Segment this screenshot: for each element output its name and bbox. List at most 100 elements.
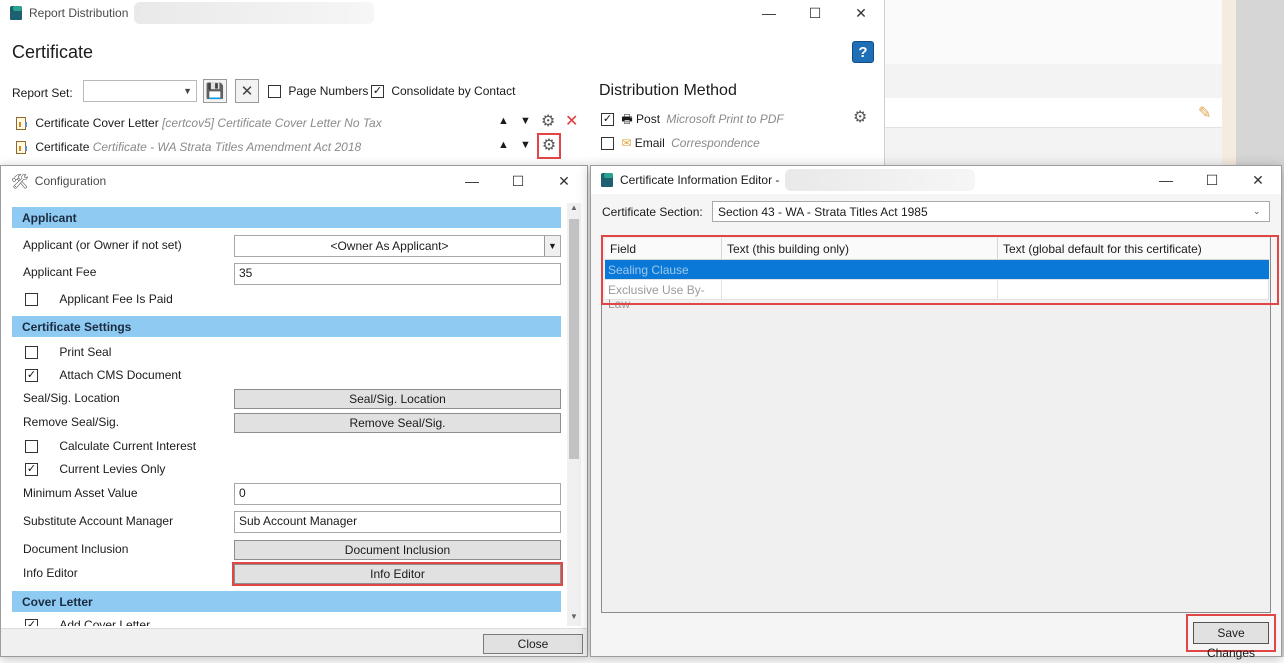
- pencil-icon[interactable]: ✎: [1198, 103, 1218, 123]
- distribution-method-heading: Distribution Method: [599, 82, 737, 99]
- config-scrollbar[interactable]: ▲ ▼: [567, 203, 581, 626]
- remove-seal-button[interactable]: Remove Seal/Sig.: [234, 413, 561, 433]
- report-item[interactable]: Certificate Certificate - WA Strata Titl…: [16, 140, 362, 155]
- printer-icon: 🖶: [621, 112, 633, 126]
- post-checkbox[interactable]: ✓: [601, 113, 614, 127]
- add-cover-letter-option[interactable]: ✓ Add Cover Letter: [25, 618, 150, 626]
- redacted-title: [785, 169, 976, 191]
- configuration-window: 🛠 Configuration — ☐ ✕ Applicant Applican…: [0, 165, 588, 657]
- chevron-down-icon: ▼: [183, 86, 192, 96]
- close-icon[interactable]: ✕: [541, 173, 587, 190]
- applicant-fee-paid-label: Applicant Fee Is Paid: [59, 292, 173, 306]
- move-up-icon[interactable]: ▲: [498, 115, 509, 127]
- min-asset-field[interactable]: 0: [234, 483, 561, 505]
- field-grid: Field Text (this building only) Text (gl…: [601, 235, 1279, 613]
- tools-icon: 🛠: [11, 172, 29, 189]
- report-item-detail: Certificate - WA Strata Titles Amendment…: [92, 140, 362, 154]
- close-button[interactable]: Close: [483, 634, 583, 654]
- app-logo-icon: [601, 173, 613, 187]
- report-set-select[interactable]: ▼: [83, 80, 197, 102]
- report-icon: [16, 141, 27, 155]
- help-button[interactable]: ?: [852, 41, 874, 63]
- background-panel: [885, 0, 1222, 64]
- section-cover-letter: Cover Letter: [12, 591, 561, 612]
- gear-icon[interactable]: ⚙: [537, 133, 561, 159]
- report-item-name: Certificate Cover Letter: [35, 116, 159, 130]
- gear-icon[interactable]: ⚙: [541, 111, 555, 131]
- configuration-title: Configuration: [34, 174, 107, 188]
- minimize-icon[interactable]: —: [449, 173, 495, 189]
- email-checkbox[interactable]: [601, 137, 614, 151]
- consolidate-checkbox[interactable]: ✓: [371, 85, 384, 99]
- delete-icon-button[interactable]: ✕: [235, 79, 259, 103]
- scroll-down-icon[interactable]: ▼: [567, 612, 581, 626]
- calc-interest-label: Calculate Current Interest: [59, 439, 197, 453]
- minimize-icon[interactable]: —: [1143, 172, 1189, 188]
- calc-interest-checkbox[interactable]: [25, 440, 38, 454]
- method-detail: Microsoft Print to PDF: [666, 112, 784, 126]
- print-seal-checkbox[interactable]: [25, 346, 38, 360]
- move-up-icon[interactable]: ▲: [498, 139, 509, 151]
- page-numbers-option[interactable]: Page Numbers: [268, 84, 369, 99]
- page-title: Certificate: [12, 42, 94, 62]
- print-seal-label: Print Seal: [59, 345, 112, 359]
- attach-cms-label: Attach CMS Document: [59, 368, 182, 382]
- remove-icon[interactable]: ✕: [565, 111, 578, 131]
- seal-location-button[interactable]: Seal/Sig. Location: [234, 389, 561, 409]
- method-email[interactable]: ✉ Email Correspondence: [601, 136, 760, 151]
- move-down-icon[interactable]: ▼: [520, 139, 531, 151]
- consolidate-label: Consolidate by Contact: [391, 84, 516, 98]
- current-levies-option[interactable]: ✓ Current Levies Only: [25, 462, 166, 477]
- chevron-down-icon[interactable]: ▼: [544, 236, 560, 256]
- method-name: Email: [634, 136, 665, 150]
- report-set-label: Report Set:: [12, 86, 73, 100]
- scroll-thumb[interactable]: [569, 219, 579, 459]
- close-icon[interactable]: ✕: [838, 5, 884, 22]
- cie-title: Certificate Information Editor -: [620, 173, 780, 187]
- applicant-fee-field[interactable]: 35: [234, 263, 561, 285]
- print-seal-option[interactable]: Print Seal: [25, 345, 112, 360]
- report-item-name: Certificate: [35, 140, 90, 154]
- add-cover-letter-label: Add Cover Letter: [59, 618, 151, 626]
- report-distribution-titlebar: Report Distribution — ☐ ✕: [0, 0, 884, 26]
- page-numbers-label: Page Numbers: [288, 84, 369, 98]
- maximize-icon[interactable]: ☐: [792, 5, 838, 22]
- save-changes-button[interactable]: Save Changes: [1193, 622, 1269, 660]
- section-applicant: Applicant: [12, 207, 561, 228]
- report-icon: [16, 117, 27, 131]
- report-item[interactable]: Certificate Cover Letter [certcov5] Cert…: [16, 116, 382, 131]
- method-post[interactable]: ✓ 🖶 Post Microsoft Print to PDF: [601, 110, 784, 131]
- maximize-icon[interactable]: ☐: [495, 173, 541, 190]
- configuration-titlebar: 🛠 Configuration — ☐ ✕: [1, 166, 587, 196]
- minimize-icon[interactable]: —: [746, 5, 792, 21]
- consolidate-option[interactable]: ✓ Consolidate by Contact: [371, 84, 516, 99]
- scroll-up-icon[interactable]: ▲: [567, 203, 581, 217]
- attach-cms-option[interactable]: ✓ Attach CMS Document: [25, 368, 182, 383]
- move-down-icon[interactable]: ▼: [520, 115, 531, 127]
- maximize-icon[interactable]: ☐: [1189, 172, 1235, 189]
- add-cover-letter-checkbox[interactable]: ✓: [25, 619, 38, 626]
- report-item-detail: [certcov5] Certificate Cover Letter No T…: [162, 116, 382, 130]
- app-logo-icon: [10, 6, 22, 20]
- certificate-section-select[interactable]: Section 43 - WA - Strata Titles Act 1985…: [712, 201, 1270, 222]
- sub-account-field[interactable]: Sub Account Manager: [234, 511, 561, 533]
- background-row: [885, 98, 1222, 128]
- gear-icon[interactable]: ⚙: [853, 107, 867, 127]
- method-name: Post: [636, 112, 661, 126]
- close-icon[interactable]: ✕: [1235, 172, 1281, 189]
- current-levies-label: Current Levies Only: [59, 462, 166, 476]
- attach-cms-checkbox[interactable]: ✓: [25, 369, 38, 383]
- page-numbers-checkbox[interactable]: [268, 85, 281, 99]
- doc-inclusion-button[interactable]: Document Inclusion: [234, 540, 561, 560]
- current-levies-checkbox[interactable]: ✓: [25, 463, 38, 477]
- calc-interest-option[interactable]: Calculate Current Interest: [25, 439, 197, 454]
- report-distribution-title: Report Distribution: [29, 6, 129, 20]
- save-icon-button[interactable]: 💾: [203, 79, 227, 103]
- applicant-fee-paid-checkbox[interactable]: [25, 293, 38, 307]
- applicant-select[interactable]: <Owner As Applicant> ▼: [234, 235, 561, 257]
- info-editor-button[interactable]: Info Editor: [232, 562, 563, 586]
- redacted-title: [134, 2, 375, 24]
- applicant-fee-paid-option[interactable]: Applicant Fee Is Paid: [25, 292, 173, 307]
- certificate-section-value: Section 43 - WA - Strata Titles Act 1985: [718, 204, 928, 219]
- applicant-value: <Owner As Applicant>: [330, 239, 449, 253]
